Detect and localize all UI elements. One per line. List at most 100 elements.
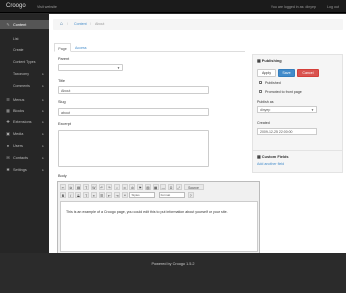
sidebar-item-settings[interactable]: ✱ Settings ▸ — [0, 165, 49, 174]
anchor-icon[interactable]: ⚑ — [137, 184, 144, 190]
home-icon[interactable]: ⌂ — [60, 21, 63, 27]
publish-as-value: dinyep — [260, 108, 271, 112]
image-icon[interactable]: ▨ — [144, 184, 151, 190]
sidebar-item-label: Content — [13, 22, 27, 27]
created-value: 2009-12-25 22:00:00 — [260, 130, 293, 134]
sidebar-item-extensions[interactable]: ✚ Extensions ▸ — [0, 117, 49, 126]
sidebar-item-content[interactable]: ✎ Content — [0, 20, 49, 29]
sidebar-item-content-types[interactable]: Content Types — [0, 56, 49, 67]
slug-input[interactable]: about — [58, 108, 209, 116]
paste-icon[interactable]: ▤ — [75, 184, 82, 190]
sidebar-item-blocks[interactable]: ▦ Blocks ▸ — [0, 106, 49, 115]
sidebar-item-list[interactable]: List — [0, 33, 49, 44]
tab-page[interactable]: Page — [54, 43, 71, 52]
source-button[interactable]: Source — [183, 184, 204, 190]
caret-right-icon: ▸ — [42, 108, 44, 113]
copy-icon[interactable]: ⧉ — [67, 184, 74, 190]
caret-right-icon: ▸ — [42, 119, 44, 124]
promoted-checkbox[interactable] — [259, 90, 262, 93]
italic-icon[interactable]: I — [67, 192, 74, 198]
unlink-icon[interactable]: ⊘ — [129, 184, 136, 190]
logged-in-text: You are logged in as: dinyep — [270, 4, 316, 9]
sidebar-item-comments[interactable]: Comments ▸ — [0, 80, 49, 91]
settings-icon: ✱ — [6, 166, 10, 172]
styles-select[interactable]: Styles — [129, 192, 156, 198]
menu-icon: ☰ — [6, 96, 10, 102]
sidebar-item-contacts[interactable]: ✉ Contacts ▸ — [0, 153, 49, 162]
paste-text-icon[interactable]: T — [83, 184, 90, 190]
table-icon[interactable]: ▦ — [152, 184, 159, 190]
help-icon[interactable]: ? — [187, 192, 194, 198]
parent-select[interactable]: ▼ — [58, 64, 123, 71]
source-label: Source — [188, 186, 199, 190]
add-field-link[interactable]: Add another field — [257, 162, 284, 166]
blocks-icon: ▦ — [6, 107, 10, 113]
link-icon[interactable]: ∞ — [121, 184, 128, 190]
sidebar-item-label: Extensions — [13, 119, 32, 124]
sidebar-item-label: Contacts — [13, 155, 28, 160]
save-button[interactable]: Save — [278, 69, 295, 77]
styles-select-value: Styles — [131, 193, 140, 197]
main-content: ⌂ / Content / About Page Access Parent ▼… — [49, 14, 346, 257]
numbered-list-icon[interactable]: ≡ — [90, 192, 97, 198]
media-icon: ▣ — [6, 130, 10, 136]
hr-icon[interactable]: ― — [160, 184, 167, 190]
extensions-icon: ✚ — [6, 118, 10, 124]
sidebar-item-label: Blocks — [13, 108, 25, 113]
excerpt-textarea[interactable] — [58, 130, 209, 167]
sidebar-item-label: Comments — [13, 83, 30, 88]
sidebar: ✎ Content List Create Content Types Taxo… — [0, 14, 49, 254]
publish-as-label: Publish as — [257, 100, 274, 104]
outdent-icon[interactable]: ⇤ — [106, 192, 113, 198]
publishing-panel: ▦ Publishing Apply Save Cancel ✓ Publish… — [252, 54, 343, 153]
sidebar-item-create[interactable]: Create — [0, 44, 49, 55]
publishing-title-text: Publishing — [261, 58, 282, 63]
blockquote-icon[interactable]: ❝ — [121, 192, 128, 198]
cancel-button[interactable]: Cancel — [297, 69, 319, 77]
sidebar-item-label: Menus — [13, 97, 25, 102]
paste-word-icon[interactable]: W — [90, 184, 97, 190]
sidebar-item-menus[interactable]: ☰ Menus ▸ — [0, 95, 49, 104]
chevron-down-icon: ▼ — [311, 108, 314, 112]
published-label: Published — [265, 80, 281, 85]
bullet-list-icon[interactable]: ☰ — [98, 192, 105, 198]
sidebar-item-media[interactable]: ▣ Media ▸ — [0, 129, 49, 138]
special-char-icon[interactable]: Ω — [168, 184, 175, 190]
format-select-value: Format — [160, 193, 171, 197]
users-icon: ● — [6, 142, 10, 148]
editor-content-area[interactable]: This is an example of a Croogo page, you… — [60, 201, 258, 252]
brand-logo[interactable]: Croogo — [6, 3, 26, 9]
editor-toolbar-row-2: B I S T ≡ ☰ ⇤ ⇥ ❝ Styles Format ? — [60, 192, 194, 199]
format-select[interactable]: Format — [158, 192, 185, 198]
breadcrumb-separator: / — [67, 22, 68, 26]
redo-icon[interactable]: ↷ — [106, 184, 113, 190]
caret-right-icon: ▸ — [42, 97, 44, 102]
undo-icon[interactable]: ↶ — [98, 184, 105, 190]
logout-link[interactable]: Log out — [327, 5, 339, 9]
created-input[interactable]: 2009-12-25 22:00:00 — [257, 128, 317, 135]
published-checkbox[interactable]: ✓ — [259, 81, 263, 85]
find-icon[interactable]: ⌕ — [114, 184, 121, 190]
sidebar-item-taxonomy[interactable]: Taxonomy ▸ — [0, 68, 49, 79]
indent-icon[interactable]: ⇥ — [114, 192, 121, 198]
sidebar-item-label: Taxonomy — [13, 71, 29, 76]
title-input[interactable]: About — [58, 86, 209, 94]
title-label: Title — [58, 79, 66, 83]
remove-format-icon[interactable]: T — [83, 192, 90, 198]
visit-website-link[interactable]: Visit website — [37, 5, 57, 9]
tab-bar: Page Access — [54, 43, 245, 52]
cut-icon[interactable]: ✂ — [60, 184, 66, 190]
custom-fields-title: ▦ Custom Fields — [257, 154, 289, 159]
caret-right-icon: ▸ — [42, 155, 44, 160]
bold-icon[interactable]: B — [60, 192, 66, 198]
strike-icon[interactable]: S — [75, 192, 82, 198]
parent-label: Parent — [58, 57, 70, 61]
apply-button[interactable]: Apply — [257, 69, 276, 77]
sidebar-item-users[interactable]: ● Users ▸ — [0, 141, 49, 150]
caret-right-icon: ▸ — [42, 143, 44, 148]
maximize-icon[interactable]: ⤢ — [175, 184, 182, 190]
publish-as-select[interactable]: dinyep ▼ — [257, 106, 317, 113]
breadcrumb-content-link[interactable]: Content — [74, 22, 87, 26]
tab-access[interactable]: Access — [75, 43, 95, 52]
sidebar-item-label: Users — [13, 143, 23, 148]
